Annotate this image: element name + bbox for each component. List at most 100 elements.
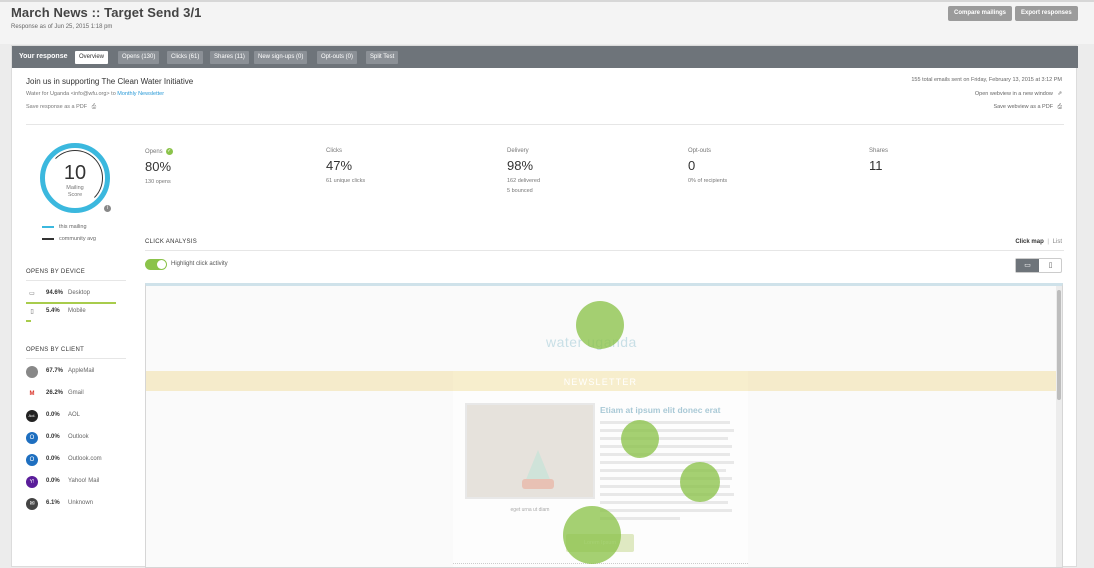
stat-bounced[interactable]: 5 bounced: [507, 186, 540, 196]
text-line: [600, 429, 734, 432]
stat-sub: 61 unique clicks: [326, 178, 366, 184]
outlook-icon: O: [26, 432, 38, 444]
stat-label: Shares: [869, 148, 889, 154]
client-row: 67.7% AppleMail: [26, 365, 126, 381]
stat-label: Opt-outs: [688, 148, 712, 154]
mailing-from: Water for Uganda <info@wfu.org> to Month…: [26, 91, 164, 97]
tab-bar: Your response Overview Opens (130) Click…: [12, 46, 1078, 68]
stat-opens: Opens ✓ 80% 130 opens: [145, 148, 173, 187]
device-pct: 5.4%: [46, 308, 60, 314]
list-link[interactable]: Monthly Newsletter: [117, 91, 164, 97]
separator: |: [1047, 239, 1049, 245]
image-shape: [522, 479, 554, 489]
open-webview-link[interactable]: Open webview in a new window ⇗: [975, 91, 1062, 97]
score-label-line2: Score: [67, 192, 83, 198]
yahoo-icon: Y!: [26, 476, 38, 488]
gmail-icon: M: [26, 388, 38, 400]
click-hotspot[interactable]: [576, 301, 624, 349]
client-row: O 0.0% Outlook.com: [26, 453, 126, 469]
client-pct: 6.1%: [46, 500, 60, 506]
client-name: Yahoo! Mail: [68, 478, 100, 484]
desktop-icon: ▭: [29, 291, 35, 297]
divider: [26, 280, 126, 281]
opens-by-device-title: OPENS BY DEVICE: [26, 269, 86, 275]
report-panel: Your response Overview Opens (130) Click…: [11, 45, 1078, 568]
client-name: Outlook.com: [68, 456, 102, 462]
click-map-link[interactable]: Click map: [1015, 239, 1043, 245]
page-header: March News :: Target Send 3/1 Response a…: [0, 0, 1094, 44]
text-line: [600, 445, 732, 448]
list-link[interactable]: List: [1053, 239, 1062, 245]
aol-icon: Aol.: [26, 410, 38, 422]
tab-new-signups[interactable]: New sign-ups (0): [254, 51, 308, 64]
tab-overview[interactable]: Overview: [75, 51, 109, 64]
text-line: [600, 437, 728, 440]
tab-opens[interactable]: Opens (130): [118, 51, 160, 64]
tab-clicks[interactable]: Clicks (61): [167, 51, 204, 64]
email-body: water uganda NEWSLETTER eget urna ut dia…: [146, 286, 1056, 567]
mobile-view-button[interactable]: ▯: [1039, 259, 1062, 272]
mailing-subject: Join us in supporting The Clean Water In…: [26, 77, 194, 86]
mailing-score-value: 10: [63, 162, 87, 184]
stat-delivery: Delivery 98% 162 delivered 5 bounced: [507, 148, 540, 196]
save-webview-link[interactable]: Save webview as a PDF ⎙: [993, 104, 1062, 111]
client-name: Unknown: [68, 500, 94, 506]
stat-value: 11: [869, 158, 883, 173]
tab-split-test[interactable]: Split Test: [366, 51, 399, 64]
device-name: Mobile: [68, 308, 86, 314]
stat-sub: 0% of recipients: [688, 178, 728, 184]
device-pct: 94.6%: [46, 290, 64, 296]
stat-delivered: 162 delivered: [507, 178, 541, 184]
stat-value: 98%: [507, 158, 534, 173]
check-icon: ✓: [165, 148, 173, 155]
divider: [453, 563, 748, 564]
stat-value: 0: [688, 158, 696, 173]
compare-mailings-button[interactable]: Compare mailings: [948, 6, 1013, 21]
stat-opt-outs: Opt-outs 0 0% of recipients: [688, 148, 727, 186]
device-row-mobile: ▯ 5.4% Mobile: [26, 305, 126, 322]
device-bar: [26, 302, 116, 304]
info-icon[interactable]: i: [104, 205, 111, 212]
desktop-icon: ▭: [1024, 262, 1031, 269]
click-hotspot[interactable]: [563, 506, 621, 564]
printer-icon: ⎙: [91, 104, 97, 110]
desktop-view-button[interactable]: ▭: [1016, 259, 1039, 272]
preview-scrollbar[interactable]: [1056, 286, 1062, 567]
legend-community-avg: community avg: [42, 236, 96, 242]
text-line: [600, 461, 734, 464]
envelope-icon: ✉: [26, 498, 38, 510]
mailing-score-gauge: 10 Mailing Score: [40, 143, 110, 213]
email-preview: water uganda NEWSLETTER eget urna ut dia…: [145, 283, 1063, 568]
article-image: [465, 403, 595, 499]
page-title: March News :: Target Send 3/1: [11, 5, 202, 20]
export-responses-button[interactable]: Export responses: [1015, 6, 1078, 21]
from-text: Water for Uganda <info@wfu.org> to: [26, 91, 116, 97]
stat-label: Opens: [145, 149, 163, 156]
opens-by-client-title: OPENS BY CLIENT: [26, 347, 85, 353]
highlight-toggle[interactable]: [145, 259, 167, 270]
text-line: [600, 421, 730, 424]
save-response-pdf-link[interactable]: Save response as a PDF ⎙: [26, 104, 96, 111]
client-pct: 0.0%: [46, 456, 60, 462]
tab-opt-outs[interactable]: Opt-outs (0): [317, 51, 358, 64]
stat-shares: Shares 11: [869, 148, 888, 173]
external-link-icon: ⇗: [1057, 91, 1062, 97]
save-pdf-label: Save response as a PDF: [26, 104, 88, 110]
click-hotspot[interactable]: [621, 420, 659, 458]
open-webview-label: Open webview in a new window: [974, 91, 1053, 97]
article-headline[interactable]: Etiam at ipsum elit donec erat: [600, 405, 720, 415]
stat-label: Clicks: [326, 148, 342, 154]
mobile-icon: ▯: [1048, 262, 1053, 269]
scrollbar-thumb[interactable]: [1057, 290, 1061, 400]
legend-label: this mailing: [59, 224, 87, 230]
tab-shares[interactable]: Shares (11): [210, 51, 249, 64]
client-name: AOL: [68, 412, 81, 418]
click-view-toggle: Click map | List: [1015, 239, 1062, 245]
click-hotspot[interactable]: [680, 462, 720, 502]
stat-value: 80%: [145, 159, 172, 175]
legend-this-mailing: this mailing: [42, 224, 87, 230]
client-pct: 26.2%: [46, 390, 64, 396]
legend-swatch: [42, 225, 54, 228]
client-pct: 67.7%: [46, 368, 64, 374]
client-row: ✉ 6.1% Unknown: [26, 497, 126, 513]
